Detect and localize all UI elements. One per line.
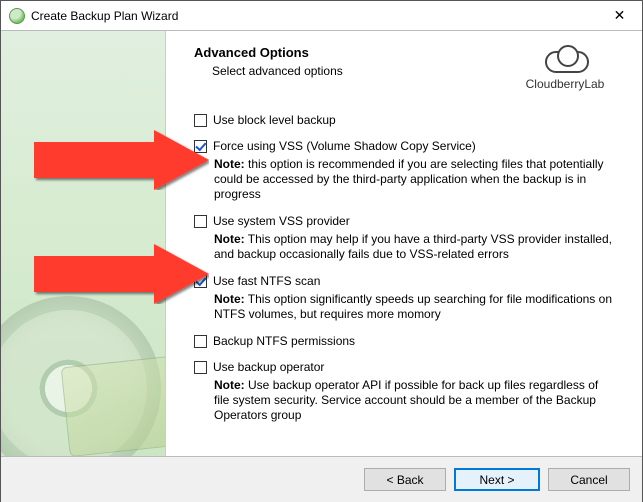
- brand-name: CloudberryLab: [510, 77, 620, 91]
- cancel-button[interactable]: Cancel: [548, 468, 630, 491]
- app-icon: [9, 8, 25, 24]
- titlebar: Create Backup Plan Wizard ✕: [1, 1, 642, 31]
- box-graphic: [61, 355, 166, 456]
- note-system-vss: Note: This option may help if you have a…: [214, 232, 614, 262]
- checkbox-block-level[interactable]: [194, 114, 207, 127]
- wizard-footer: < Back Next > Cancel: [1, 456, 642, 502]
- next-button[interactable]: Next >: [454, 468, 540, 491]
- wizard-main: Advanced Options Select advanced options…: [166, 31, 642, 456]
- window-title: Create Backup Plan Wizard: [31, 9, 178, 23]
- option-block-backup-perms: Backup NTFS permissions: [194, 334, 620, 348]
- cloud-icon: [541, 45, 589, 75]
- label-backup-perms: Backup NTFS permissions: [213, 334, 355, 348]
- note-force-vss: Note: this option is recommended if you …: [214, 157, 614, 202]
- wizard-sidebar-graphic: [1, 31, 166, 456]
- option-block-force-vss: Force using VSS (Volume Shadow Copy Serv…: [194, 139, 620, 202]
- back-button[interactable]: < Back: [364, 468, 446, 491]
- option-block-block-level: Use block level backup: [194, 113, 620, 127]
- note-text-backup-operator: Use backup operator API if possible for …: [214, 378, 598, 422]
- close-button[interactable]: ✕: [597, 1, 642, 30]
- checkbox-fast-ntfs[interactable]: [194, 275, 207, 288]
- wizard-body: Advanced Options Select advanced options…: [1, 31, 642, 456]
- note-label-system-vss: Note:: [214, 232, 245, 246]
- option-block-fast-ntfs: Use fast NTFS scan Note: This option sig…: [194, 274, 620, 322]
- note-label-backup-operator: Note:: [214, 378, 245, 392]
- label-force-vss: Force using VSS (Volume Shadow Copy Serv…: [213, 139, 476, 153]
- option-block-backup-operator: Use backup operator Note: Use backup ope…: [194, 360, 620, 423]
- label-fast-ntfs: Use fast NTFS scan: [213, 274, 320, 288]
- note-fast-ntfs: Note: This option significantly speeds u…: [214, 292, 614, 322]
- header-block: Advanced Options Select advanced options: [194, 45, 510, 78]
- note-text-fast-ntfs: This option significantly speeds up sear…: [214, 292, 612, 321]
- checkbox-force-vss[interactable]: [194, 140, 207, 153]
- checkbox-backup-perms[interactable]: [194, 335, 207, 348]
- brand-block: CloudberryLab: [510, 45, 620, 91]
- checkbox-system-vss[interactable]: [194, 215, 207, 228]
- note-label-force-vss: Note:: [214, 157, 245, 171]
- note-text-system-vss: This option may help if you have a third…: [214, 232, 612, 261]
- page-subtitle: Select advanced options: [212, 64, 510, 78]
- label-block-level: Use block level backup: [213, 113, 336, 127]
- note-text-force-vss: this option is recommended if you are se…: [214, 157, 604, 201]
- checkbox-backup-operator[interactable]: [194, 361, 207, 374]
- note-backup-operator: Note: Use backup operator API if possibl…: [214, 378, 614, 423]
- label-system-vss: Use system VSS provider: [213, 214, 350, 228]
- note-label-fast-ntfs: Note:: [214, 292, 245, 306]
- page-title: Advanced Options: [194, 45, 510, 60]
- label-backup-operator: Use backup operator: [213, 360, 324, 374]
- option-block-system-vss: Use system VSS provider Note: This optio…: [194, 214, 620, 262]
